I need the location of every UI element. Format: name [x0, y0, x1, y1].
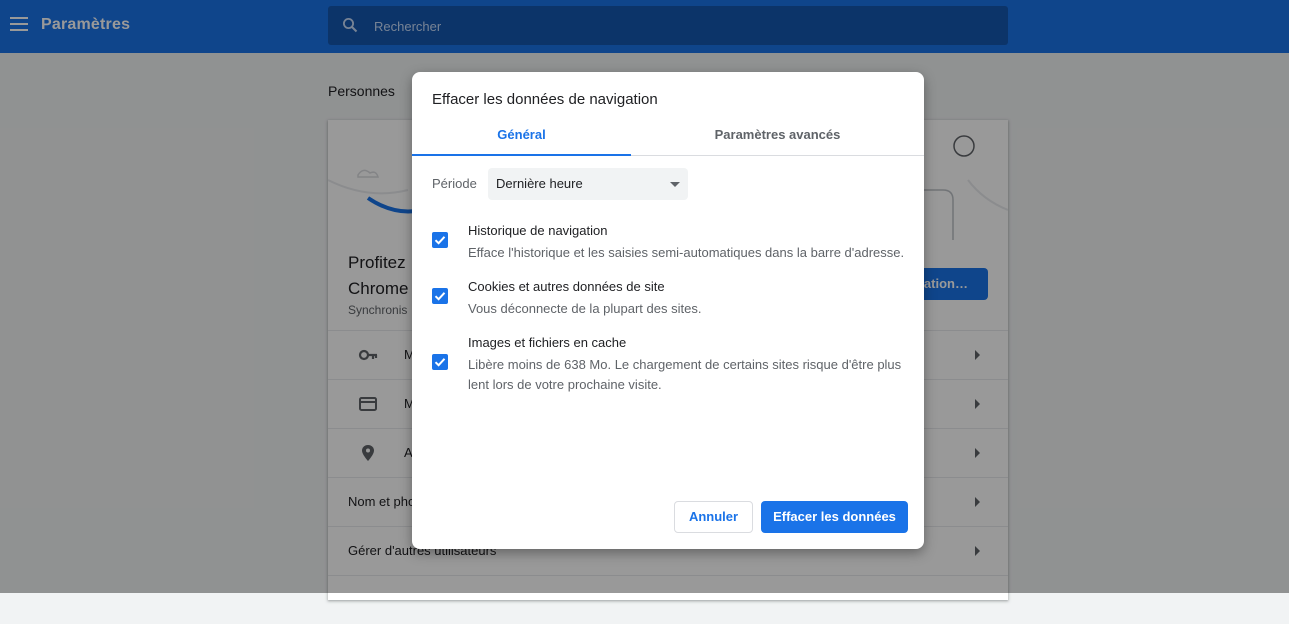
- period-label: Période: [432, 176, 477, 191]
- option-title: Images et fichiers en cache: [468, 335, 627, 350]
- tab-advanced[interactable]: Paramètres avancés: [631, 120, 924, 155]
- cache-checkbox[interactable]: [432, 354, 448, 370]
- dialog-tabs: Général Paramètres avancés: [412, 120, 924, 156]
- dropdown-arrow-icon: [670, 182, 680, 187]
- checkmark-icon: [434, 292, 446, 301]
- period-select[interactable]: Dernière heure: [488, 168, 688, 200]
- option-title: Historique de navigation: [468, 223, 608, 238]
- dialog-title: Effacer les données de navigation: [432, 91, 658, 108]
- clear-browsing-data-dialog: Effacer les données de navigation Généra…: [412, 72, 924, 549]
- cancel-button[interactable]: Annuler: [674, 501, 753, 533]
- tab-general[interactable]: Général: [412, 120, 631, 156]
- history-checkbox[interactable]: [432, 232, 448, 248]
- checkmark-icon: [434, 236, 446, 245]
- option-description: Efface l'historique et les saisies semi-…: [468, 245, 905, 260]
- checkmark-icon: [434, 358, 446, 367]
- option-title: Cookies et autres données de site: [468, 279, 665, 294]
- clear-data-button[interactable]: Effacer les données: [761, 501, 908, 533]
- option-description: Vous déconnecte de la plupart des sites.: [468, 301, 702, 316]
- option-description: Libère moins de 638 Mo. Le chargement de…: [468, 357, 902, 392]
- cookies-checkbox[interactable]: [432, 288, 448, 304]
- period-select-value: Dernière heure: [496, 176, 583, 191]
